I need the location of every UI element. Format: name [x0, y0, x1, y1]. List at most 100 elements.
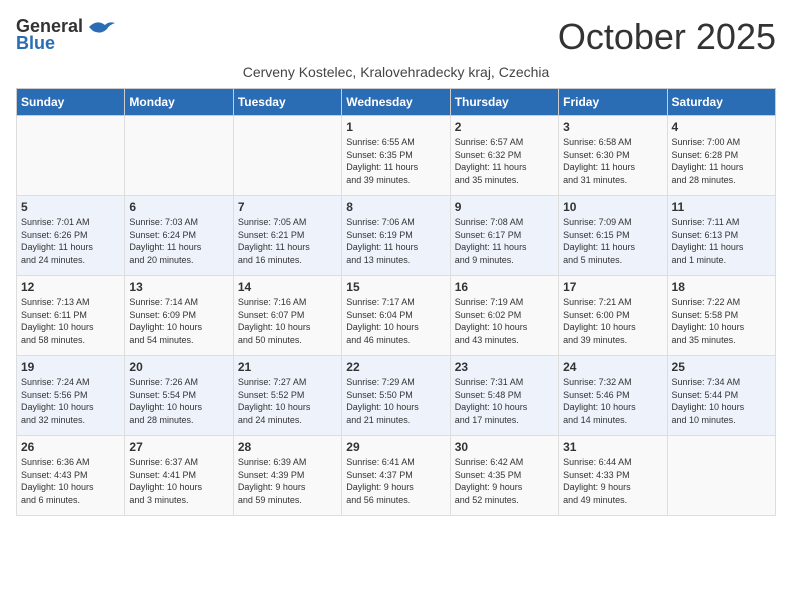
- day-number: 1: [346, 120, 445, 134]
- header-saturday: Saturday: [667, 89, 775, 116]
- day-number: 7: [238, 200, 337, 214]
- calendar-table: Sunday Monday Tuesday Wednesday Thursday…: [16, 88, 776, 516]
- day-detail: Sunrise: 6:55 AM Sunset: 6:35 PM Dayligh…: [346, 136, 445, 186]
- month-title: October 2025: [558, 16, 776, 58]
- table-row: 22 Sunrise: 7:29 AM Sunset: 5:50 PM Dayli…: [342, 356, 450, 436]
- table-row: 7 Sunrise: 7:05 AM Sunset: 6:21 PM Daylig…: [233, 196, 341, 276]
- day-number: 11: [672, 200, 771, 214]
- day-detail: Sunrise: 6:44 AM Sunset: 4:33 PM Dayligh…: [563, 456, 662, 506]
- day-number: 24: [563, 360, 662, 374]
- day-detail: Sunrise: 6:41 AM Sunset: 4:37 PM Dayligh…: [346, 456, 445, 506]
- table-row: 31Sunrise: 6:44 AM Sunset: 4:33 PM Dayli…: [559, 436, 667, 516]
- calendar-header-row: Sunday Monday Tuesday Wednesday Thursday…: [17, 89, 776, 116]
- day-detail: Sunrise: 7:17 AM Sunset: 6:04 PM Dayligh…: [346, 296, 445, 346]
- subtitle: Cerveny Kostelec, Kralovehradecky kraj, …: [16, 64, 776, 80]
- day-number: 4: [672, 120, 771, 134]
- table-row: 14 Sunrise: 7:16 AM Sunset: 6:07 PM Dayli…: [233, 276, 341, 356]
- day-detail: Sunrise: 7:11 AM Sunset: 6:13 PM Dayligh…: [672, 216, 771, 266]
- day-detail: Sunrise: 7:13 AM Sunset: 6:11 PM Dayligh…: [21, 296, 120, 346]
- table-row: 30 Sunrise: 6:42 AM Sunset: 4:35 PM Dayli…: [450, 436, 558, 516]
- day-number: 5: [21, 200, 120, 214]
- day-detail: Sunrise: 6:39 AM Sunset: 4:39 PM Dayligh…: [238, 456, 337, 506]
- week-row-3: 12Sunrise: 7:13 AM Sunset: 6:11 PM Dayli…: [17, 276, 776, 356]
- table-row: 4Sunrise: 7:00 AM Sunset: 6:28 PM Daylig…: [667, 116, 775, 196]
- table-row: 8 Sunrise: 7:06 AM Sunset: 6:19 PM Daylig…: [342, 196, 450, 276]
- day-detail: Sunrise: 7:24 AM Sunset: 5:56 PM Dayligh…: [21, 376, 120, 426]
- day-detail: Sunrise: 7:03 AM Sunset: 6:24 PM Dayligh…: [129, 216, 228, 266]
- day-detail: Sunrise: 7:08 AM Sunset: 6:17 PM Dayligh…: [455, 216, 554, 266]
- table-row: 1 Sunrise: 6:55 AM Sunset: 6:35 PM Daylig…: [342, 116, 450, 196]
- table-row: 13 Sunrise: 7:14 AM Sunset: 6:09 PM Dayli…: [125, 276, 233, 356]
- day-detail: Sunrise: 7:34 AM Sunset: 5:44 PM Dayligh…: [672, 376, 771, 426]
- day-detail: Sunrise: 6:36 AM Sunset: 4:43 PM Dayligh…: [21, 456, 120, 506]
- day-number: 27: [129, 440, 228, 454]
- day-number: 30: [455, 440, 554, 454]
- day-detail: Sunrise: 7:14 AM Sunset: 6:09 PM Dayligh…: [129, 296, 228, 346]
- day-number: 29: [346, 440, 445, 454]
- table-row: 3 Sunrise: 6:58 AM Sunset: 6:30 PM Daylig…: [559, 116, 667, 196]
- day-number: 6: [129, 200, 228, 214]
- table-row: 6 Sunrise: 7:03 AM Sunset: 6:24 PM Daylig…: [125, 196, 233, 276]
- day-number: 3: [563, 120, 662, 134]
- day-detail: Sunrise: 7:31 AM Sunset: 5:48 PM Dayligh…: [455, 376, 554, 426]
- day-number: 18: [672, 280, 771, 294]
- day-number: 15: [346, 280, 445, 294]
- week-row-5: 26Sunrise: 6:36 AM Sunset: 4:43 PM Dayli…: [17, 436, 776, 516]
- day-number: 22: [346, 360, 445, 374]
- table-row: 15 Sunrise: 7:17 AM Sunset: 6:04 PM Dayli…: [342, 276, 450, 356]
- table-row: [17, 116, 125, 196]
- logo-blue: Blue: [16, 33, 55, 54]
- table-row: [125, 116, 233, 196]
- day-number: 25: [672, 360, 771, 374]
- table-row: 21 Sunrise: 7:27 AM Sunset: 5:52 PM Dayli…: [233, 356, 341, 436]
- table-row: 25 Sunrise: 7:34 AM Sunset: 5:44 PM Dayli…: [667, 356, 775, 436]
- day-number: 2: [455, 120, 554, 134]
- day-number: 21: [238, 360, 337, 374]
- day-detail: Sunrise: 6:58 AM Sunset: 6:30 PM Dayligh…: [563, 136, 662, 186]
- logo: General Blue: [16, 16, 117, 54]
- table-row: 12Sunrise: 7:13 AM Sunset: 6:11 PM Dayli…: [17, 276, 125, 356]
- day-number: 17: [563, 280, 662, 294]
- day-detail: Sunrise: 6:42 AM Sunset: 4:35 PM Dayligh…: [455, 456, 554, 506]
- day-number: 16: [455, 280, 554, 294]
- table-row: 26Sunrise: 6:36 AM Sunset: 4:43 PM Dayli…: [17, 436, 125, 516]
- table-row: 16 Sunrise: 7:19 AM Sunset: 6:02 PM Dayli…: [450, 276, 558, 356]
- table-row: 5 Sunrise: 7:01 AM Sunset: 6:26 PM Daylig…: [17, 196, 125, 276]
- day-detail: Sunrise: 6:37 AM Sunset: 4:41 PM Dayligh…: [129, 456, 228, 506]
- table-row: 19 Sunrise: 7:24 AM Sunset: 5:56 PM Dayli…: [17, 356, 125, 436]
- week-row-1: 1 Sunrise: 6:55 AM Sunset: 6:35 PM Daylig…: [17, 116, 776, 196]
- day-detail: Sunrise: 7:09 AM Sunset: 6:15 PM Dayligh…: [563, 216, 662, 266]
- table-row: 28 Sunrise: 6:39 AM Sunset: 4:39 PM Dayli…: [233, 436, 341, 516]
- table-row: 29 Sunrise: 6:41 AM Sunset: 4:37 PM Dayli…: [342, 436, 450, 516]
- day-detail: Sunrise: 7:22 AM Sunset: 5:58 PM Dayligh…: [672, 296, 771, 346]
- day-number: 8: [346, 200, 445, 214]
- table-row: [233, 116, 341, 196]
- day-number: 10: [563, 200, 662, 214]
- table-row: 9 Sunrise: 7:08 AM Sunset: 6:17 PM Daylig…: [450, 196, 558, 276]
- header-friday: Friday: [559, 89, 667, 116]
- week-row-2: 5 Sunrise: 7:01 AM Sunset: 6:26 PM Daylig…: [17, 196, 776, 276]
- table-row: 24 Sunrise: 7:32 AM Sunset: 5:46 PM Dayli…: [559, 356, 667, 436]
- day-detail: Sunrise: 7:01 AM Sunset: 6:26 PM Dayligh…: [21, 216, 120, 266]
- table-row: 23Sunrise: 7:31 AM Sunset: 5:48 PM Dayli…: [450, 356, 558, 436]
- day-detail: Sunrise: 7:19 AM Sunset: 6:02 PM Dayligh…: [455, 296, 554, 346]
- day-detail: Sunrise: 7:32 AM Sunset: 5:46 PM Dayligh…: [563, 376, 662, 426]
- table-row: 20Sunrise: 7:26 AM Sunset: 5:54 PM Dayli…: [125, 356, 233, 436]
- header-tuesday: Tuesday: [233, 89, 341, 116]
- header: General Blue October 2025: [16, 16, 776, 58]
- day-number: 9: [455, 200, 554, 214]
- day-detail: Sunrise: 7:16 AM Sunset: 6:07 PM Dayligh…: [238, 296, 337, 346]
- day-detail: Sunrise: 7:29 AM Sunset: 5:50 PM Dayligh…: [346, 376, 445, 426]
- day-number: 28: [238, 440, 337, 454]
- day-detail: Sunrise: 6:57 AM Sunset: 6:32 PM Dayligh…: [455, 136, 554, 186]
- day-detail: Sunrise: 7:21 AM Sunset: 6:00 PM Dayligh…: [563, 296, 662, 346]
- day-detail: Sunrise: 7:27 AM Sunset: 5:52 PM Dayligh…: [238, 376, 337, 426]
- day-number: 14: [238, 280, 337, 294]
- day-detail: Sunrise: 7:05 AM Sunset: 6:21 PM Dayligh…: [238, 216, 337, 266]
- day-number: 19: [21, 360, 120, 374]
- day-number: 13: [129, 280, 228, 294]
- header-sunday: Sunday: [17, 89, 125, 116]
- day-detail: Sunrise: 7:26 AM Sunset: 5:54 PM Dayligh…: [129, 376, 228, 426]
- table-row: 18 Sunrise: 7:22 AM Sunset: 5:58 PM Dayli…: [667, 276, 775, 356]
- day-detail: Sunrise: 7:06 AM Sunset: 6:19 PM Dayligh…: [346, 216, 445, 266]
